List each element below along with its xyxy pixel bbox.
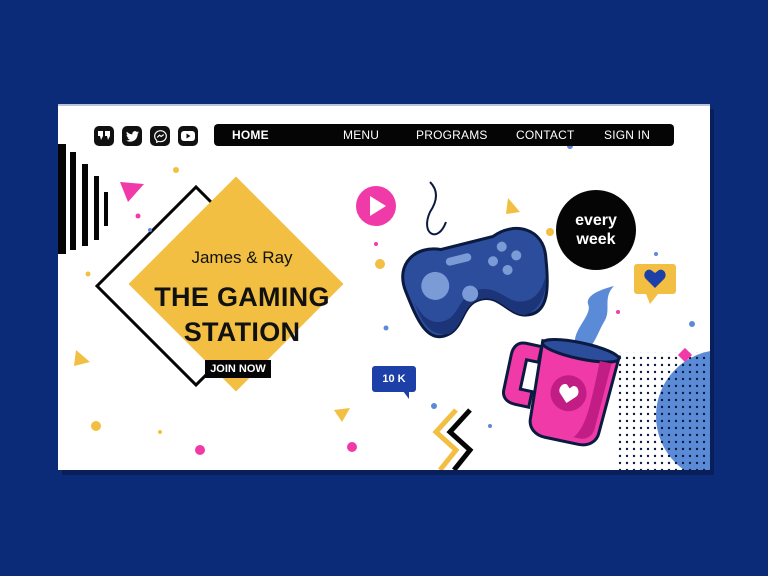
every-week-line1: every	[575, 212, 617, 229]
twitter-icon[interactable]	[122, 126, 142, 146]
mug-icon	[502, 338, 622, 447]
nav-contact[interactable]: CONTACT	[516, 124, 575, 146]
hero-title-line2: STATION	[183, 317, 301, 347]
nav-menu[interactable]: MENU	[343, 124, 379, 146]
every-week-line2: week	[576, 231, 616, 248]
nav-bar: HOME MENU PROGRAMS CONTACT SIGN IN	[214, 124, 674, 146]
every-week-badge: every week	[556, 190, 636, 270]
gamepad-icon	[401, 227, 549, 339]
join-now-button[interactable]: JOIN NOW	[205, 360, 271, 378]
play-icon	[356, 186, 396, 226]
hero-title: THE GAMING STATION	[128, 280, 356, 350]
youtube-icon[interactable]	[178, 126, 198, 146]
messenger-icon[interactable]	[150, 126, 170, 146]
stripes-decoration	[58, 144, 108, 254]
quote-icon[interactable]	[94, 126, 114, 146]
hero-subtitle: James & Ray	[191, 248, 293, 267]
landing-page: HOME MENU PROGRAMS CONTACT SIGN IN James…	[58, 104, 710, 470]
nav-home[interactable]: HOME	[232, 124, 269, 146]
nav-programs[interactable]: PROGRAMS	[416, 124, 488, 146]
heart-bubble-icon	[634, 264, 676, 304]
nav-sign-in[interactable]: SIGN IN	[604, 124, 650, 146]
hero-title-line1: THE GAMING	[154, 282, 330, 312]
count-badge: 10 K	[372, 366, 416, 399]
